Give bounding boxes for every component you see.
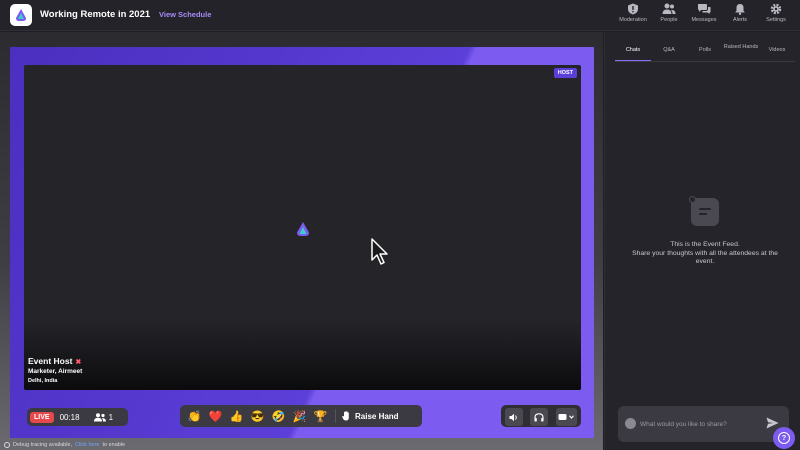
feed-icon-dot (689, 196, 696, 203)
bell-icon (735, 4, 745, 15)
attendee-count-value: 1 (108, 412, 114, 422)
video-gradient (24, 320, 581, 390)
speaker-name: Event Host ✖ (28, 356, 81, 366)
shield-icon (628, 3, 638, 15)
nav-people[interactable]: People (651, 3, 687, 29)
feed-icon-line (699, 208, 711, 210)
raise-hand-icon (342, 411, 349, 421)
speaker-location: Delhi, India (28, 378, 58, 384)
gear-icon (770, 3, 782, 15)
chat-input[interactable] (640, 416, 760, 432)
cool-reaction-icon[interactable]: 😎 (247, 410, 268, 423)
raise-hand-button[interactable]: Raise Hand (342, 411, 399, 421)
debug-suffix: to enable (102, 442, 126, 448)
feed-message-line1: This is the Event Feed. (670, 241, 740, 248)
speaker-video[interactable]: HOST Event Host ✖ Marketer, Airmeet Delhi… (24, 65, 581, 390)
speaker-name-text: Event Host (28, 356, 73, 366)
reactions-bar: 👏 ❤️ 👍 😎 🤣 🎉 🏆 Raise Hand (180, 405, 422, 427)
feed-icon-line-short (699, 213, 707, 215)
nav-moderation-label: Moderation (619, 17, 647, 23)
laugh-reaction-icon[interactable]: 🤣 (268, 410, 289, 423)
airmeet-center-logo-icon (297, 222, 309, 236)
nav-alerts[interactable]: Alerts (722, 3, 758, 29)
session-timer: 00:18 (59, 412, 80, 422)
view-schedule-link[interactable]: View Schedule (159, 10, 211, 19)
thumbs-up-reaction-icon[interactable]: 👍 (226, 410, 247, 423)
airmeet-logo-icon (16, 9, 26, 21)
nav-messages-label: Messages (691, 17, 717, 23)
send-icon[interactable] (766, 417, 779, 429)
tab-chats[interactable]: Chats (615, 42, 651, 61)
help-icon: ? (778, 432, 790, 444)
messages-icon (698, 4, 711, 14)
airmeet-logo[interactable] (10, 4, 32, 26)
quality-dropdown-icon (558, 414, 574, 420)
headphones-icon (534, 412, 544, 421)
feed-message-line2: Share your thoughts with all the attende… (632, 249, 778, 266)
nav-people-label: People (660, 17, 678, 23)
nav-alerts-label: Alerts (732, 17, 748, 23)
speaker-volume-button[interactable] (505, 408, 523, 426)
debug-info-icon (4, 442, 10, 448)
tab-qa[interactable]: Q&A (651, 42, 687, 61)
trophy-reaction-icon[interactable]: 🏆 (310, 410, 331, 423)
debug-tracing-bar: Debug tracing available, Click here to e… (0, 440, 603, 450)
top-bar: Working Remote in 2021 View Schedule Mod… (0, 0, 800, 31)
tab-videos[interactable]: Videos (759, 42, 795, 61)
headphones-button[interactable] (530, 408, 548, 426)
event-feed-icon (689, 196, 719, 226)
reactions-divider (335, 409, 336, 423)
event-title: Working Remote in 2021 (40, 9, 151, 20)
mic-muted-icon: ✖ (75, 359, 82, 366)
debug-enable-link[interactable]: Click here (75, 442, 99, 448)
live-status-bar: LIVE 00:18 1 (27, 408, 128, 426)
nav-moderation[interactable]: Moderation (615, 3, 651, 29)
feed-tabs: Chats Q&A Polls Raised Hands Videos (615, 42, 795, 62)
people-icon (662, 3, 676, 14)
help-button[interactable]: ? (773, 427, 795, 449)
heart-reaction-icon[interactable]: ❤️ (205, 410, 226, 423)
party-reaction-icon[interactable]: 🎉 (289, 410, 310, 423)
volume-icon (509, 413, 517, 421)
nav-messages[interactable]: Messages (686, 3, 722, 29)
event-feed-message: This is the Event Feed. Share your thoug… (615, 241, 795, 267)
host-badge: HOST (553, 68, 577, 78)
raise-hand-label: Raise Hand (355, 411, 399, 421)
tab-polls[interactable]: Polls (687, 42, 723, 61)
speaker-role: Marketer, Airmeet (28, 368, 83, 375)
clap-reaction-icon[interactable]: 👏 (184, 410, 205, 423)
nav-settings-label: Settings (766, 17, 786, 23)
tab-raised-hands[interactable]: Raised Hands (723, 42, 759, 61)
nav-settings[interactable]: Settings (758, 3, 794, 29)
attendee-count[interactable]: 1 (93, 412, 114, 422)
mouse-cursor-icon (371, 238, 388, 265)
people-count-icon (93, 412, 106, 421)
quality-selector-button[interactable] (556, 408, 577, 426)
emoji-picker-icon[interactable] (625, 418, 636, 429)
event-feed-panel: Chats Q&A Polls Raised Hands Videos This… (604, 32, 800, 450)
debug-text: Debug tracing available, (13, 442, 73, 448)
live-badge: LIVE (30, 411, 54, 423)
chat-composer (618, 406, 789, 442)
